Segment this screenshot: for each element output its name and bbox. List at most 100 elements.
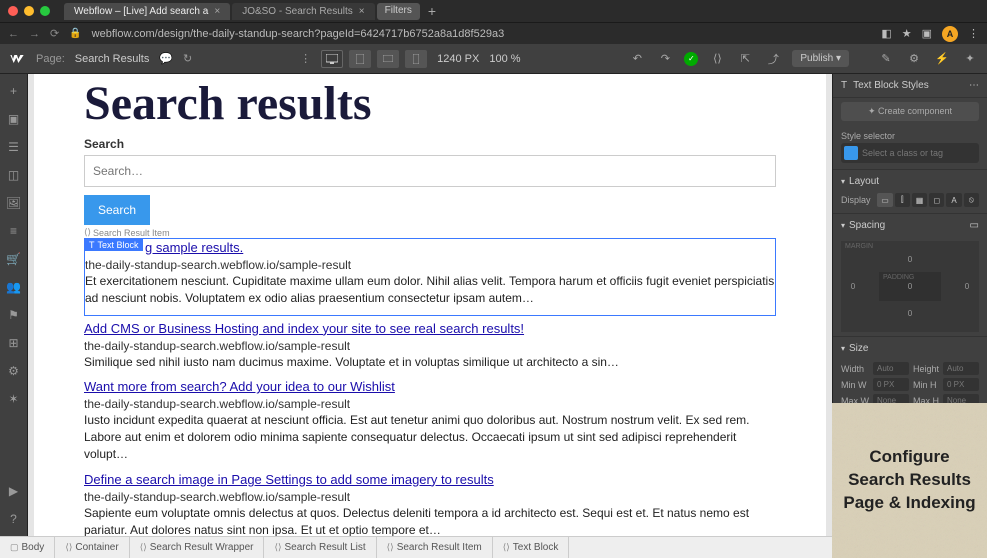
page-title[interactable]: Search results [84,76,776,131]
minimize-window-icon[interactable] [24,6,34,16]
components-icon[interactable]: ◫ [7,168,21,182]
selected-element-badge[interactable]: TText Block [85,239,143,251]
search-result-item[interactable]: TText Blockg sample results.the-daily-st… [84,238,776,316]
reload-icon[interactable]: ⟳ [50,27,59,40]
spacing-editor[interactable]: MARGIN 0 0 PADDING 0 0 0 [841,241,979,332]
display-flex-icon[interactable]: ⫿ [895,193,910,207]
padding-center-value[interactable]: 0 [908,282,912,291]
breadcrumb-item[interactable]: ⟨⟩Search Result Item [377,537,493,558]
code-icon[interactable]: ⟨⟩ [708,50,726,68]
display-none-icon[interactable]: ⦸ [964,193,979,207]
webflow-logo-icon[interactable] [8,50,26,68]
canvas-zoom[interactable]: 100 % [489,53,520,65]
page-name[interactable]: Search Results [75,53,150,65]
margin-right-value[interactable]: 0 [959,282,975,291]
breadcrumb-item[interactable]: ⟨⟩Text Block [493,537,570,558]
minw-input[interactable]: 0 PX [873,378,909,391]
history-icon[interactable]: ↻ [183,52,192,65]
style-selector[interactable]: Select a class or tag [841,143,979,163]
minh-input[interactable]: 0 PX [943,378,979,391]
close-window-icon[interactable] [8,6,18,16]
height-input[interactable]: Auto [943,362,979,375]
ecommerce-icon[interactable]: 🛒 [7,252,21,266]
canvas-width[interactable]: 1240 PX [437,53,479,65]
settings-rail-icon[interactable]: ⚙ [7,364,21,378]
search-result-item[interactable]: Want more from search? Add your idea to … [84,378,776,462]
width-label: Width [841,364,869,374]
settings-icon[interactable]: ⚙ [905,50,923,68]
breakpoint-tablet-icon[interactable] [349,50,371,68]
help-icon[interactable]: ? [7,512,21,526]
layout-section[interactable]: ▾Layout [833,169,987,193]
breadcrumb-icon: ⟨⟩ [503,542,510,553]
share-icon[interactable]: ⤴ [764,50,782,68]
spacing-section[interactable]: ▾Spacing▭ [833,213,987,237]
users-icon[interactable]: 👥 [7,280,21,294]
back-icon[interactable]: ← [8,28,19,40]
display-inline-icon[interactable]: A [946,193,961,207]
size-section[interactable]: ▾Size [833,336,987,360]
breadcrumb-item[interactable]: ⟨⟩Search Result List [264,537,376,558]
breadcrumb-item[interactable]: ⟨⟩Search Result Wrapper [130,537,265,558]
pages-icon[interactable]: ▣ [7,112,21,126]
display-grid-icon[interactable]: ▦ [912,193,927,207]
breadcrumb-item[interactable]: ▢Body [0,537,55,558]
interactions-icon[interactable]: ⚡ [933,50,951,68]
breadcrumb-label: Search Result List [285,542,366,553]
undo-icon[interactable]: ↶ [628,50,646,68]
display-block-icon[interactable]: ▭ [877,193,892,207]
selector-color-icon [844,146,858,160]
search-result-item[interactable]: Define a search image in Page Settings t… [84,471,776,536]
margin-top-value[interactable]: 0 [845,255,975,264]
extension-icon[interactable]: ◧ [881,27,891,40]
result-title-link[interactable]: Add CMS or Business Hosting and index yo… [84,321,524,336]
breakpoint-mobile-icon[interactable] [405,50,427,68]
result-title-link[interactable]: Want more from search? Add your idea to … [84,379,395,394]
breakpoint-mobile-landscape-icon[interactable] [377,50,399,68]
canvas-mini-crumb[interactable]: ⟨⟩ Search Result Item [84,227,776,238]
close-tab-icon[interactable]: × [359,6,365,17]
publish-button[interactable]: Publish ▾ [792,50,849,67]
menu-icon[interactable]: ⋮ [968,27,979,40]
breadcrumb-item[interactable]: ⟨⟩Container [55,537,129,558]
browser-tab[interactable]: JO&SO - Search Results × [232,3,374,20]
margin-left-value[interactable]: 0 [845,282,861,291]
assets-icon[interactable]: 🖼 [7,196,21,210]
search-result-item[interactable]: Add CMS or Business Hosting and index yo… [84,320,776,371]
margin-bottom-value[interactable]: 0 [845,309,975,318]
spacing-toggle-icon[interactable]: ▭ [970,220,979,231]
apps-icon[interactable]: ⊞ [7,336,21,350]
audit-icon[interactable]: ✶ [7,392,21,406]
search-button[interactable]: Search [84,195,150,225]
effects-icon[interactable]: ✦ [961,50,979,68]
extension-icon[interactable]: ▣ [922,27,932,40]
maximize-window-icon[interactable] [40,6,50,16]
result-title-link[interactable]: Define a search image in Page Settings t… [84,472,494,487]
cms-icon[interactable]: ≡ [7,224,21,238]
browser-tab-active[interactable]: Webflow – [Live] Add search a × [64,3,230,20]
panel-menu-icon[interactable]: ⋯ [969,80,979,91]
video-icon[interactable]: ▶ [7,484,21,498]
search-input[interactable] [84,155,776,187]
style-selector-label: Style selector [833,125,987,143]
export-icon[interactable]: ⇱ [736,50,754,68]
width-input[interactable]: Auto [873,362,909,375]
brush-icon[interactable]: ✎ [877,50,895,68]
display-inlineblock-icon[interactable]: ◻ [929,193,944,207]
profile-avatar[interactable]: A [942,26,958,42]
create-component-button[interactable]: ✦ Create component [841,102,979,121]
filters-pill[interactable]: Filters [377,3,420,20]
canvas[interactable]: Search results Search Search ⟨⟩ Search R… [28,74,832,536]
extension-icon[interactable]: ★ [902,27,912,40]
add-element-icon[interactable]: + [7,84,21,98]
more-icon[interactable]: ⋮ [300,52,311,65]
redo-icon[interactable]: ↷ [656,50,674,68]
forward-icon[interactable]: → [29,28,40,40]
new-tab-icon[interactable]: + [422,3,442,20]
close-tab-icon[interactable]: × [214,6,220,17]
url-text[interactable]: webflow.com/design/the-daily-standup-sea… [92,28,872,40]
breakpoint-desktop-icon[interactable] [321,50,343,68]
logic-icon[interactable]: ⚑ [7,308,21,322]
comment-icon[interactable]: 💬 [159,52,173,65]
navigator-icon[interactable]: ☰ [7,140,21,154]
